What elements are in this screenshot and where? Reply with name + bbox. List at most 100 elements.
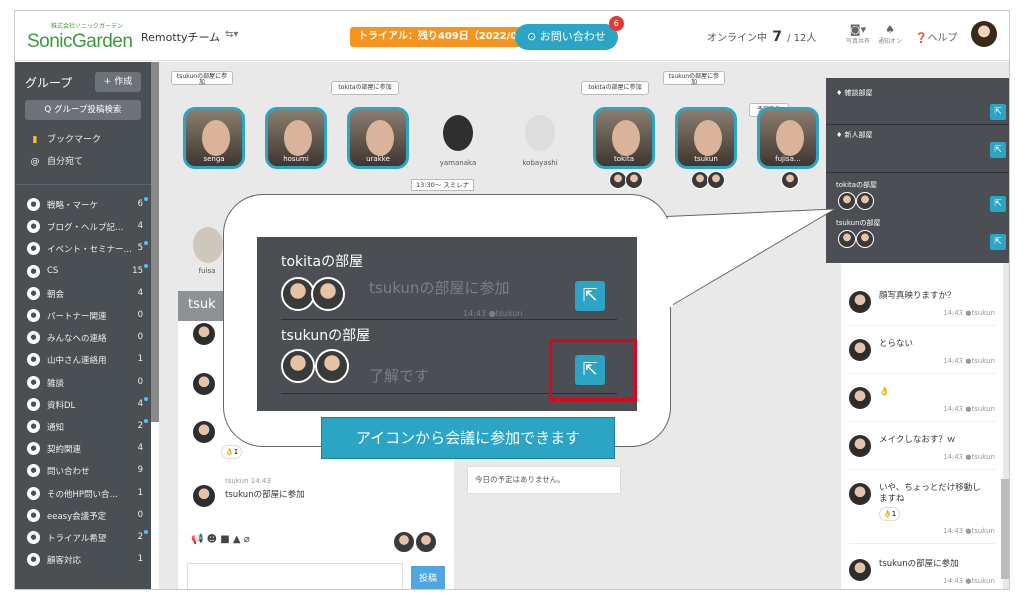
join-tokita-room-button[interactable]: ⇱: [990, 196, 1006, 212]
contact-button[interactable]: ⊙ お問い合わせ 6: [515, 16, 624, 50]
timeline-text: 👌: [879, 387, 890, 397]
online-total: / 12人: [787, 33, 817, 44]
join-chat-room-button[interactable]: ⇱: [990, 104, 1006, 120]
join-tsukun-room-button[interactable]: ⇱: [990, 234, 1006, 250]
group-icon: ●: [27, 198, 40, 211]
avatar-name: senga: [203, 155, 225, 163]
sidebar-item-bookmark[interactable]: ▮ ブックマーク: [29, 132, 102, 145]
timeline-time: 14:43 ●tsukun: [942, 405, 995, 413]
notify-button[interactable]: ♠ 通知オン: [873, 23, 907, 45]
group-label: 通知: [47, 423, 65, 433]
post-button[interactable]: 投稿: [411, 566, 445, 589]
group-icon: ●: [27, 220, 40, 234]
join-tokita-room-button[interactable]: ⇱: [575, 281, 605, 311]
avatar-fujisaki[interactable]: fujisa…: [757, 107, 819, 169]
camera-icon: ◙▾: [849, 23, 867, 36]
sidebar-group-item[interactable]: ● イベント・セミナー… 5: [27, 241, 148, 256]
timeline-text: いや、ちょっとだけ移動しますね: [879, 483, 981, 504]
group-label: eeasy会議予定: [47, 511, 107, 522]
group-icon: ●: [27, 309, 40, 322]
group-icon: ●: [27, 420, 40, 433]
timeline-divider: [849, 421, 995, 422]
photo-share-label: 写真共有: [845, 38, 870, 45]
sidebar-group-item[interactable]: ● トライアル希望 2: [27, 530, 148, 545]
message-input[interactable]: [187, 563, 403, 589]
timeline-time: 14:43 ●tsukun: [942, 577, 995, 585]
logo[interactable]: 株式会社ソニックガーデン SonicGarden: [23, 21, 133, 53]
avatar-fuisa[interactable]: fuisa: [187, 223, 227, 285]
photo-share-button[interactable]: ◙▾ 写真共有: [841, 23, 875, 45]
room-member-avatar: [781, 171, 799, 189]
logo-name: SonicGarden: [27, 31, 133, 52]
reaction-badge[interactable]: 👌1: [221, 445, 243, 459]
avatar-hosumi[interactable]: hosumi: [265, 107, 327, 169]
avatar-tsukun[interactable]: tsukun: [675, 107, 737, 169]
online-count[interactable]: オンライン中 7 / 12人: [707, 29, 816, 45]
sidebar-group-item[interactable]: ● 契約関連 4: [27, 442, 145, 456]
unread-dot: [144, 396, 148, 401]
sidebar-group-item[interactable]: ● 山中さん連絡用 1: [27, 353, 145, 367]
avatar-yamanaka[interactable]: yamanaka: [429, 111, 487, 173]
ghost-text: 了解です: [369, 367, 430, 385]
join-new-room-button[interactable]: ⇱: [990, 142, 1006, 158]
group-count: 4: [137, 398, 143, 409]
online-number: 7: [772, 29, 782, 45]
room-member-avatar: [311, 277, 345, 311]
user-avatar[interactable]: [971, 21, 997, 47]
sidebar-group-item[interactable]: ● CS 15: [27, 263, 148, 279]
team-switch-icon[interactable]: ⇆▾: [225, 29, 238, 40]
sidebar-group-item[interactable]: ● eeasy会議予定 0: [27, 508, 145, 523]
sidebar-group-item[interactable]: ● 朝会 4: [27, 286, 145, 301]
avatar-senga[interactable]: senga: [183, 107, 245, 169]
group-count: 0: [137, 310, 143, 320]
sidebar-group-item[interactable]: ● 雑談 0: [27, 375, 145, 390]
group-count: 2: [137, 421, 143, 431]
sidebar-group-item[interactable]: ● 通知 2: [27, 419, 148, 434]
sidebar-group-item[interactable]: ● 資料DL 4: [27, 396, 148, 412]
group-label: ブログ・ヘルプ記…: [47, 223, 124, 234]
sidebar-group-item[interactable]: ● その他HP問い合… 1: [27, 486, 145, 501]
composer-toolbar[interactable]: 📢 ☻ ■ ▲ ⌀: [191, 534, 250, 545]
group-icon: ●: [27, 331, 40, 345]
group-icon: ●: [27, 553, 40, 567]
group-search-button[interactable]: Q グループ投稿検索: [25, 100, 141, 120]
timeline-divider: [849, 325, 995, 326]
bell-icon: ♠: [885, 23, 895, 36]
group-count: 6: [137, 199, 143, 209]
room-label-tsukun: tsukunの部屋に参加: [171, 71, 233, 86]
group-count: 0: [137, 376, 143, 387]
reaction-badge[interactable]: 👌1: [879, 507, 901, 521]
sidebar-group-item[interactable]: ● ブログ・ヘルプ記… 4: [27, 220, 145, 234]
help-label: ヘルプ: [927, 33, 958, 44]
callout-tail-cover: [655, 219, 673, 307]
group-label: CS: [47, 265, 59, 276]
mic-icon: ♦: [836, 89, 845, 97]
avatar-tokita[interactable]: tokita: [593, 107, 655, 169]
timeline-time: 14:43 ●tsukun: [942, 527, 995, 535]
help-button[interactable]: ❓ヘルプ: [915, 29, 957, 44]
group-count: 5: [137, 243, 143, 254]
sidebar-group-item[interactable]: ● 問い合わせ 9: [27, 464, 145, 478]
group-label: イベント・セミナー…: [47, 245, 133, 256]
sidebar-group-item[interactable]: ● 顧客対応 1: [27, 553, 145, 567]
sidebar-scrollbar[interactable]: [151, 62, 159, 422]
sidebar-group-item[interactable]: ● みんなへの連絡 0: [27, 331, 145, 345]
timeline-avatar: [849, 559, 871, 581]
timeline-avatar: [849, 483, 871, 505]
sidebar-group-item[interactable]: ● 戦略・マーケ 6: [27, 197, 148, 212]
schedule-panel: 今日の予定はありません。: [467, 466, 621, 494]
sidebar-item-mentions[interactable]: @ 自分宛て: [29, 154, 84, 167]
caption-banner: アイコンから会議に参加できます: [321, 417, 615, 459]
team-name[interactable]: Remottyチーム: [141, 29, 220, 45]
sidebar-group-item[interactable]: ● パートナー関連 0: [27, 309, 145, 323]
room-label-tokita-2: tokitaの部屋に参加: [581, 81, 649, 95]
room-tokita: tokitaの部屋: [836, 180, 877, 190]
create-group-button[interactable]: + 作成: [95, 72, 141, 92]
sidebar-title: グループ: [25, 76, 73, 90]
top-bar: 株式会社ソニックガーデン SonicGarden Remottyチーム ⇆▾ ト…: [15, 11, 1009, 61]
timeline-scrollbar[interactable]: [1001, 479, 1009, 579]
avatar-urakke[interactable]: urakke: [347, 107, 409, 169]
ghost-time: 14:43 ●tsukun: [463, 309, 523, 318]
zoom-room-tokita: tokitaの部屋: [281, 254, 364, 270]
avatar-kobayashi[interactable]: kobayashi: [511, 111, 569, 173]
